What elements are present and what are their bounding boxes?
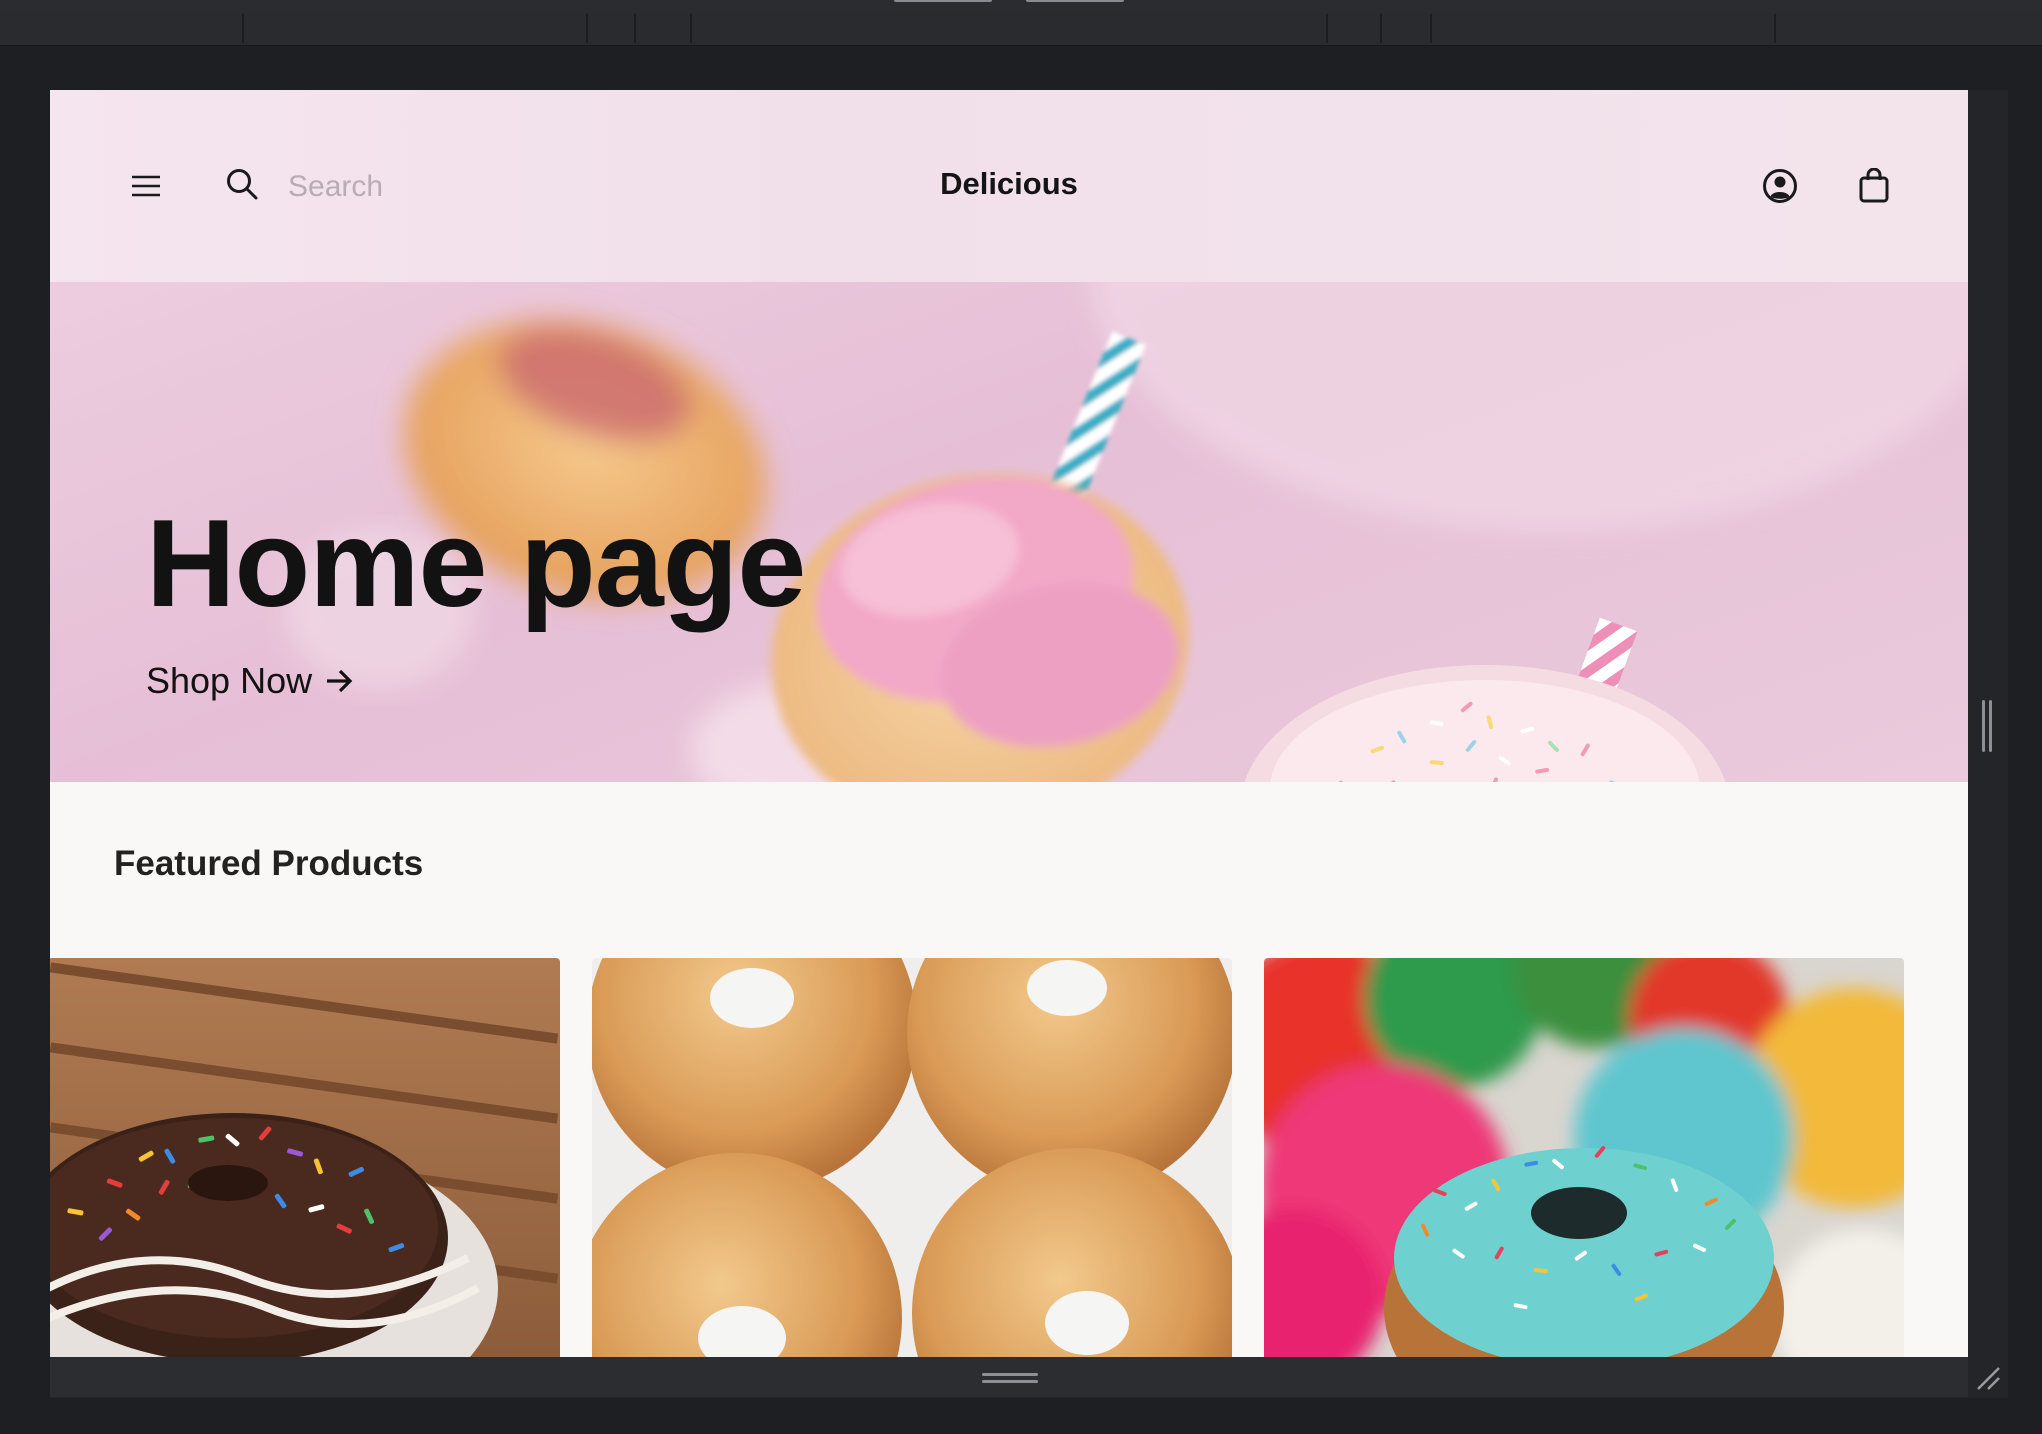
corner-resize-icon[interactable] (1974, 1364, 2002, 1392)
product-card[interactable] (50, 958, 560, 1357)
hero-banner: Home page Shop Now (50, 282, 1968, 782)
account-circle-icon[interactable] (1756, 162, 1804, 210)
hero-title: Home page (146, 495, 806, 633)
toolbar-tab-right[interactable] (1026, 0, 1124, 2)
product-image (50, 958, 560, 1357)
product-image (1264, 958, 1904, 1357)
featured-products-heading: Featured Products (114, 844, 424, 883)
product-card[interactable] (592, 958, 1232, 1357)
shop-now-label: Shop Now (146, 660, 313, 701)
width-resize-handle[interactable] (1982, 700, 1994, 752)
product-card[interactable] (1264, 958, 1904, 1357)
site-header: Delicious (50, 90, 1968, 282)
height-resize-handle[interactable] (982, 1373, 1038, 1385)
search-icon[interactable] (222, 164, 262, 204)
search-input[interactable] (286, 162, 590, 212)
brand-name[interactable]: Delicious (940, 166, 1078, 201)
arrow-right-icon (327, 669, 353, 693)
shop-now-link[interactable]: Shop Now (146, 660, 354, 702)
hamburger-menu-icon[interactable] (122, 166, 170, 206)
product-image (592, 958, 1232, 1357)
toolbar-tab-left[interactable] (894, 0, 992, 2)
website-preview: Delicious (50, 90, 1968, 1357)
shopping-bag-icon[interactable] (1850, 162, 1898, 210)
breakpoint-ruler[interactable] (0, 12, 2042, 46)
